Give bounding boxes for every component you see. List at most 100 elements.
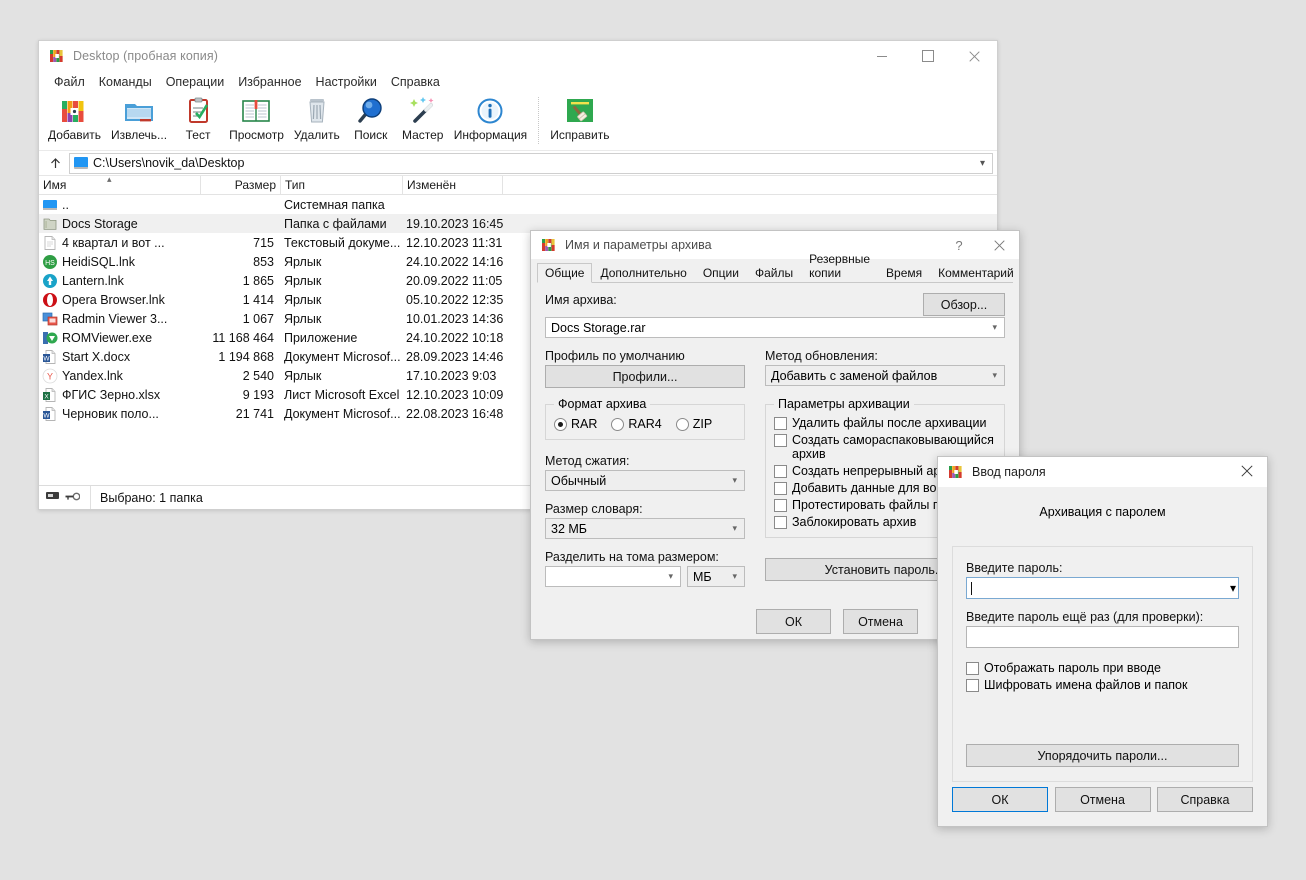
file-modified-cell: 28.09.2023 14:46 bbox=[406, 349, 504, 364]
option-delete-after[interactable]: Удалить файлы после архивации bbox=[774, 416, 996, 430]
menu-item-operations[interactable]: Операции bbox=[159, 73, 231, 91]
profiles-button[interactable]: Профили... bbox=[545, 365, 745, 388]
chevron-down-icon[interactable]: ▾ bbox=[727, 571, 742, 582]
password-entry-dialog: Ввод пароля Архивация с паролем Введите … bbox=[937, 456, 1268, 827]
svg-text:W: W bbox=[43, 355, 50, 362]
wizard-wand-icon bbox=[406, 95, 440, 127]
file-size-cell: 1 865 bbox=[242, 273, 274, 288]
column-header-modified[interactable]: Изменён bbox=[403, 176, 503, 194]
close-icon[interactable] bbox=[1227, 457, 1267, 485]
archive-tab[interactable]: Общие bbox=[537, 263, 593, 283]
file-type-cell: Ярлык bbox=[284, 368, 322, 383]
show-password-label: Отображать пароль при вводе bbox=[984, 661, 1161, 675]
password-dialog-heading: Архивация с паролем bbox=[1039, 505, 1166, 519]
column-header-name[interactable]: Имя ▴ bbox=[39, 176, 201, 194]
format-radio-rar[interactable]: RAR bbox=[554, 417, 597, 431]
password-cancel-button[interactable]: Отмена bbox=[1054, 787, 1151, 812]
file-row[interactable]: .. Системная папка bbox=[39, 195, 997, 214]
archive-ok-button[interactable]: ОК bbox=[756, 609, 831, 634]
split-size-input[interactable]: ▾ bbox=[545, 566, 681, 587]
chevron-down-icon[interactable]: ▾ bbox=[987, 370, 1002, 381]
toolbar-button-wizard[interactable]: Мастер bbox=[397, 93, 449, 142]
file-type-cell: Лист Microsoft Excel bbox=[284, 387, 400, 402]
password-ok-button[interactable]: ОК bbox=[952, 787, 1048, 812]
toolbar-button-repair[interactable]: Исправить bbox=[545, 93, 614, 142]
main-menubar: Файл Команды Операции Избранное Настройк… bbox=[39, 71, 997, 93]
archive-tab[interactable]: Время bbox=[878, 263, 930, 283]
encrypt-filenames-label: Шифровать имена файлов и папок bbox=[984, 678, 1188, 692]
file-name: Radmin Viewer 3... bbox=[62, 311, 168, 326]
chevron-down-icon[interactable]: ▾ bbox=[663, 571, 678, 582]
close-icon[interactable] bbox=[951, 41, 997, 71]
toolbar-button-delete[interactable]: Удалить bbox=[289, 93, 345, 142]
column-header-size[interactable]: Размер bbox=[201, 176, 281, 194]
main-toolbar: Добавить Извлечь... Тест Просмотр Удалит… bbox=[39, 93, 997, 151]
show-password-checkbox[interactable]: Отображать пароль при вводе bbox=[966, 661, 1239, 675]
maximize-icon[interactable] bbox=[905, 41, 951, 71]
browse-button[interactable]: Обзор... bbox=[923, 293, 1005, 316]
menu-item-help[interactable]: Справка bbox=[384, 73, 447, 91]
menu-item-commands[interactable]: Команды bbox=[92, 73, 159, 91]
menu-item-file[interactable]: Файл bbox=[47, 73, 92, 91]
heidisql-icon: HS bbox=[42, 254, 58, 270]
winrar-icon bbox=[948, 464, 964, 480]
toolbar-button-test[interactable]: Тест bbox=[172, 93, 224, 142]
password-dialog-titlebar: Ввод пароля bbox=[938, 457, 1267, 487]
chevron-down-icon[interactable]: ▾ bbox=[1230, 581, 1236, 595]
format-radio-rar4[interactable]: RAR4 bbox=[611, 417, 662, 431]
archive-dialog-tabs: Общие Дополнительно Опции Файлы Резервные ко… bbox=[537, 252, 1014, 283]
file-list-header: Имя ▴ Размер Тип Изменён bbox=[39, 176, 997, 195]
dictionary-select[interactable]: 32 МБ ▾ bbox=[545, 518, 745, 539]
archive-tab[interactable]: Опции bbox=[695, 263, 747, 283]
key-icon bbox=[65, 491, 81, 505]
archive-dialog-titlebar: Имя и параметры архива ? bbox=[531, 231, 1019, 259]
chevron-down-icon[interactable]: ▾ bbox=[727, 475, 742, 486]
encrypt-filenames-checkbox[interactable]: Шифровать имена файлов и папок bbox=[966, 678, 1239, 692]
archive-tab[interactable]: Дополнительно bbox=[592, 263, 694, 283]
file-size-cell: 853 bbox=[253, 254, 274, 269]
path-input[interactable]: C:\Users\novik_da\Desktop ▾ bbox=[69, 152, 993, 174]
format-label-zip: ZIP bbox=[692, 417, 713, 431]
update-method-select[interactable]: Добавить с заменой файлов ▾ bbox=[765, 365, 1005, 386]
file-modified-cell: 12.10.2023 10:09 bbox=[406, 387, 504, 402]
file-type-cell: Документ Microsof... bbox=[284, 349, 401, 364]
chevron-down-icon[interactable]: ▾ bbox=[727, 523, 742, 534]
toolbar-label-repair: Исправить bbox=[550, 128, 610, 142]
dictionary-label: Размер словаря: bbox=[545, 502, 643, 516]
organize-passwords-button[interactable]: Упорядочить пароли... bbox=[966, 744, 1239, 767]
password-help-button[interactable]: Справка bbox=[1157, 787, 1253, 812]
archive-tab[interactable]: Файлы bbox=[747, 263, 801, 283]
menu-item-options[interactable]: Настройки bbox=[309, 73, 384, 91]
password-input[interactable]: ▾ bbox=[966, 577, 1239, 599]
archive-cancel-button[interactable]: Отмена bbox=[843, 609, 918, 634]
toolbar-separator bbox=[538, 97, 540, 144]
toolbar-button-extract[interactable]: Извлечь... bbox=[106, 93, 172, 142]
archive-name-input[interactable]: Docs Storage.rar ▾ bbox=[545, 317, 1005, 338]
help-button[interactable]: ? bbox=[939, 231, 979, 259]
archive-tab[interactable]: Комментарий bbox=[930, 263, 1022, 283]
split-volumes-label: Разделить на тома размером: bbox=[545, 550, 719, 564]
menu-item-favorites[interactable]: Избранное bbox=[231, 73, 308, 91]
close-icon[interactable] bbox=[979, 231, 1019, 259]
chevron-down-icon[interactable]: ▾ bbox=[987, 322, 1002, 333]
word-icon: W bbox=[42, 406, 58, 422]
file-size-cell: 1 414 bbox=[242, 292, 274, 307]
toolbar-button-info[interactable]: Информация bbox=[449, 93, 532, 142]
format-radio-zip[interactable]: ZIP bbox=[675, 417, 713, 431]
toolbar-button-search[interactable]: Поиск bbox=[345, 93, 397, 142]
toolbar-button-add[interactable]: Добавить bbox=[43, 93, 106, 142]
confirm-password-input[interactable] bbox=[966, 626, 1239, 648]
compression-select[interactable]: Обычный ▾ bbox=[545, 470, 745, 491]
add-archive-icon bbox=[58, 95, 92, 127]
winrar-icon bbox=[541, 237, 557, 253]
checkbox-indicator bbox=[774, 516, 787, 529]
column-header-type[interactable]: Тип bbox=[281, 176, 403, 194]
archive-format-caption: Формат архива bbox=[554, 397, 651, 411]
chevron-down-icon[interactable]: ▾ bbox=[980, 158, 990, 169]
split-unit-select[interactable]: МБ ▾ bbox=[687, 566, 745, 587]
toolbar-label-extract: Извлечь... bbox=[111, 128, 168, 142]
minimize-icon[interactable] bbox=[859, 41, 905, 71]
toolbar-button-view[interactable]: Просмотр bbox=[224, 93, 289, 142]
up-arrow-icon[interactable] bbox=[43, 152, 67, 174]
archive-tab[interactable]: Резервные копии bbox=[801, 249, 878, 283]
